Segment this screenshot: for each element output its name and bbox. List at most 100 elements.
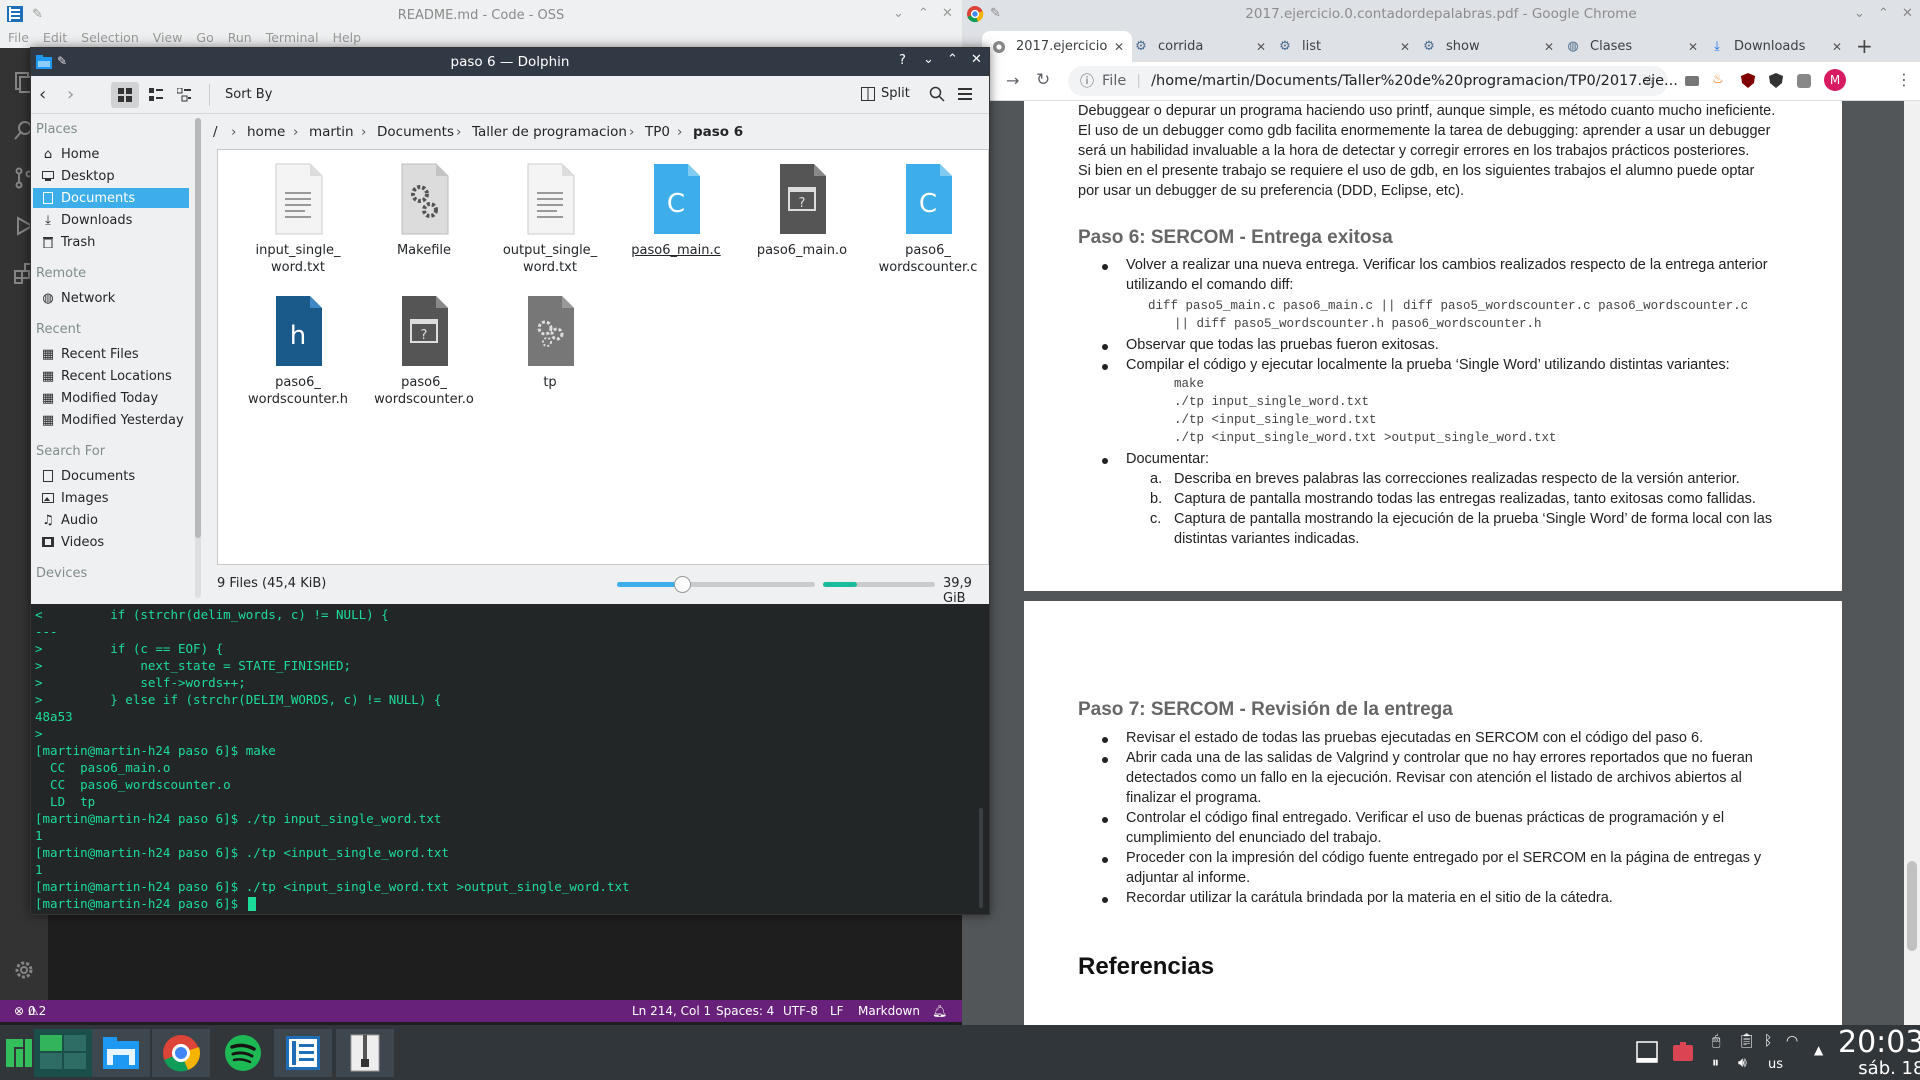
vscode-minimize-icon[interactable]: ⌄ [893,6,904,21]
vscode-maximize-icon[interactable]: ⌃ [918,6,929,21]
terminal-panel[interactable]: < if (strchr(delim_words, c) != NULL) {-… [31,604,989,914]
place-home[interactable]: ⌂ Home [33,144,189,164]
bookmark-star-icon[interactable]: ☆ [1643,73,1656,89]
keyboard-layout[interactable]: us [1768,1057,1783,1072]
reload-icon[interactable]: ↻ [1036,70,1050,90]
ublock-shield-icon[interactable] [1740,72,1756,89]
bluetooth-icon[interactable]: ᛒ [1764,1033,1772,1049]
show-desktop-icon[interactable] [1636,1041,1658,1063]
file-paso6-main-c[interactable]: C paso6_main.c [616,162,736,259]
extension-icon[interactable] [1684,73,1700,89]
search-videos[interactable]: Videos [33,532,189,552]
taskbar-spotify[interactable] [214,1029,272,1077]
close-icon[interactable]: ✕ [971,52,982,67]
place-network[interactable]: ◍ Network [33,288,189,308]
pdf-scrollbar[interactable] [1904,101,1920,1025]
notifications-bell-icon[interactable]: 🔔︎ [932,1004,947,1018]
terminal-scrollbar[interactable] [979,808,983,908]
digital-clock[interactable]: 20:03 sáb. 18 [1838,1025,1920,1079]
new-tab-button[interactable]: + [1856,34,1873,58]
taskbar-vscode[interactable] [274,1029,332,1077]
menu-terminal[interactable]: Terminal [266,30,319,48]
place-trash[interactable]: Trash [33,232,189,252]
file-tp[interactable]: tp [490,294,610,391]
forward-icon[interactable]: › [67,84,74,105]
settings-gear-icon[interactable] [12,958,36,982]
extension-fire-icon[interactable]: ♨ [1712,72,1724,87]
language-mode[interactable]: Markdown [858,1004,920,1018]
menu-view[interactable]: View [153,30,183,48]
file-input-single-word[interactable]: input_single_ word.txt [238,162,358,276]
search-icon[interactable] [929,86,945,102]
file-paso6-wordscounter-o[interactable]: ? paso6_ wordscounter.o [364,294,484,408]
tab-close-icon[interactable]: ✕ [1256,40,1266,54]
pdf-scroll-thumb[interactable] [1907,861,1917,951]
tab-close-icon[interactable]: ✕ [1400,40,1410,54]
tab-close-icon[interactable]: ✕ [1114,40,1124,54]
extension-gray-icon[interactable] [1796,73,1812,89]
sort-by-button[interactable]: Sort By [225,87,272,102]
crumb-home[interactable]: home [247,124,285,140]
split-view-button[interactable]: Split [861,86,910,101]
crumb-paso6[interactable]: paso 6 [693,124,743,140]
mouse-battery-icon[interactable]: 🖱︎ [1712,1033,1720,1049]
compact-view-icon[interactable] [149,88,163,102]
taskbar-chrome[interactable] [152,1029,210,1077]
vscode-close-icon[interactable]: ✕ [942,6,953,21]
recent-locations[interactable]: ▦ Recent Locations [33,366,189,386]
crumb-martin[interactable]: martin [309,124,354,140]
tab-2017-ejercicio[interactable]: 2017.ejercicio ✕ [982,31,1132,62]
menu-edit[interactable]: Edit [43,30,67,48]
chrome-minimize-icon[interactable]: ⌄ [1854,6,1865,21]
menu-file[interactable]: File [8,30,29,48]
search-audio[interactable]: ♫ Audio [33,510,189,530]
place-desktop[interactable]: Desktop [33,166,189,186]
file-paso6-wordscounter-h[interactable]: h paso6_ wordscounter.h [238,294,358,408]
help-icon[interactable]: ? [899,53,906,68]
taskbar-archive-manager[interactable] [336,1029,394,1077]
media-player-icon[interactable] [1672,1041,1694,1063]
maximize-icon[interactable]: ⌃ [947,52,958,67]
file-encoding[interactable]: UTF-8 [783,1004,818,1018]
chrome-close-icon[interactable]: ✕ [1902,6,1913,21]
minimize-icon[interactable]: ⌄ [923,52,934,67]
tab-downloads[interactable]: ⤓ Downloads ✕ [1700,31,1850,62]
tab-close-icon[interactable]: ✕ [1832,40,1842,54]
modified-yesterday[interactable]: ▦ Modified Yesterday [33,410,189,430]
extension-dark-icon[interactable] [1768,72,1784,89]
places-scroll-thumb[interactable] [195,118,201,538]
back-icon[interactable]: ‹ [39,84,46,105]
cursor-position[interactable]: Ln 214, Col 1 [632,1004,711,1018]
tab-show[interactable]: ⚙ show ✕ [1412,31,1562,62]
tab-list[interactable]: ⚙ list ✕ [1268,31,1418,62]
url-text[interactable]: /home/martin/Documents/Taller%20de%20pro… [1151,73,1678,89]
file-paso6-main-o[interactable]: ? paso6_main.o [742,162,862,259]
icons-view-button[interactable] [111,82,139,108]
chrome-maximize-icon[interactable]: ⌃ [1878,6,1889,21]
menu-selection[interactable]: Selection [81,30,139,48]
tab-close-icon[interactable]: ✕ [1688,40,1698,54]
crumb-tp0[interactable]: TP0 [645,124,670,140]
zoom-slider-handle[interactable] [674,576,692,593]
pause-icon[interactable]: ⏸︎ [1712,1055,1719,1071]
manjaro-launcher-icon[interactable] [6,1039,32,1067]
volume-icon[interactable]: 🔊︎ [1738,1055,1747,1071]
search-images[interactable]: Images [33,488,189,508]
address-bar[interactable]: ⓘ File | /home/martin/Documents/Taller%2… [1068,66,1678,96]
tab-corrida[interactable]: ⚙ corrida ✕ [1124,31,1274,62]
crumb-root[interactable]: / [213,124,218,140]
places-scrollbar[interactable] [195,118,201,598]
file-output-single-word[interactable]: output_single_ word.txt [490,162,610,276]
zoom-slider[interactable] [617,576,815,593]
taskbar-dolphin[interactable] [92,1029,150,1077]
file-makefile[interactable]: Makefile [364,162,484,259]
menu-help[interactable]: Help [333,30,362,48]
crumb-documents[interactable]: Documents [377,124,454,140]
indent-spaces[interactable]: Spaces: 4 [716,1004,774,1018]
end-of-line[interactable]: LF [830,1004,844,1018]
place-documents[interactable]: Documents [33,188,189,208]
hamburger-menu-icon[interactable] [957,86,973,102]
place-downloads[interactable]: ⤓ Downloads [33,210,189,230]
tab-close-icon[interactable]: ✕ [1544,40,1554,54]
info-icon[interactable]: ⓘ [1080,71,1094,91]
